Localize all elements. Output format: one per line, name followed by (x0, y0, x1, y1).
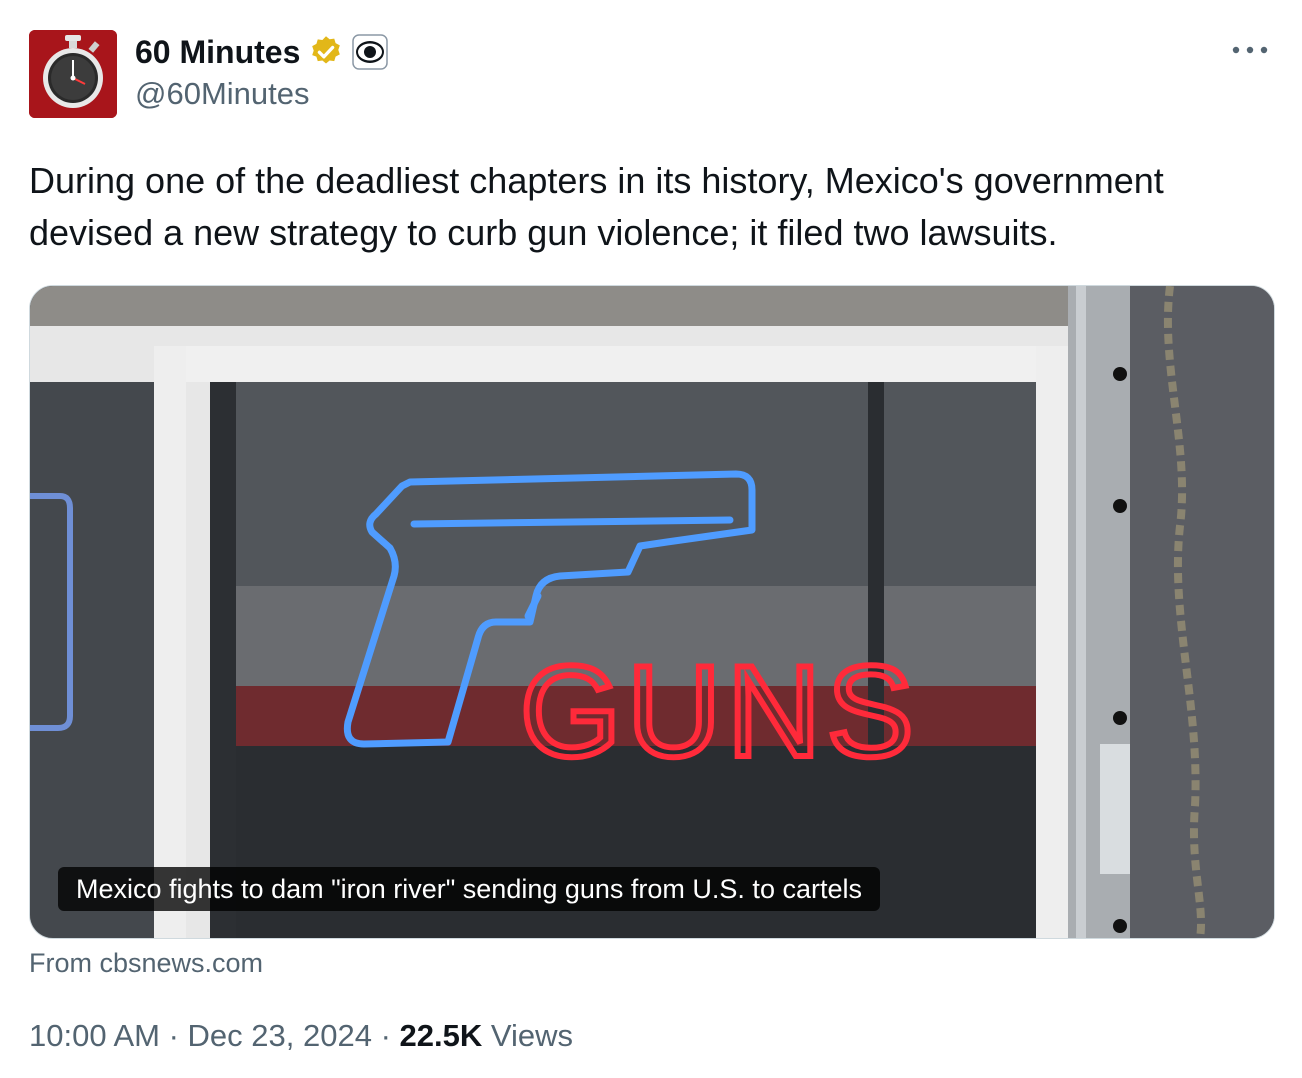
tweet-text: During one of the deadliest chapters in … (29, 160, 1164, 253)
tweet-time[interactable]: 10:00 AM (29, 1018, 160, 1053)
meta-separator: · (371, 1018, 400, 1053)
tweet-date[interactable]: Dec 23, 2024 (188, 1018, 372, 1053)
card-caption: Mexico fights to dam "iron river" sendin… (58, 867, 880, 911)
views-label: Views (482, 1018, 574, 1053)
neon-guns-text: GUNS (520, 638, 920, 784)
link-card[interactable]: GUNS Mexico fights to dam "iron river" s… (29, 285, 1275, 939)
avatar[interactable] (29, 30, 117, 118)
stopwatch-icon (29, 30, 117, 118)
meta-separator: · (159, 1018, 188, 1053)
card-image: GUNS (30, 286, 1274, 938)
card-source-link[interactable]: From cbsnews.com (29, 948, 263, 979)
cbs-eye-icon[interactable] (352, 34, 389, 70)
verified-badge-icon (312, 36, 341, 64)
tweet: 60 Minutes @60Minutes During one of the … (0, 0, 1302, 1078)
views-count[interactable]: 22.5K (400, 1018, 483, 1053)
tweet-meta: 10:00 AM · Dec 23, 2024 · 22.5K Views (29, 1018, 573, 1054)
handle[interactable]: @60Minutes (135, 76, 310, 112)
name-row: 60 Minutes (135, 30, 389, 74)
display-name[interactable]: 60 Minutes (135, 34, 300, 71)
more-options-icon[interactable] (1228, 38, 1272, 62)
